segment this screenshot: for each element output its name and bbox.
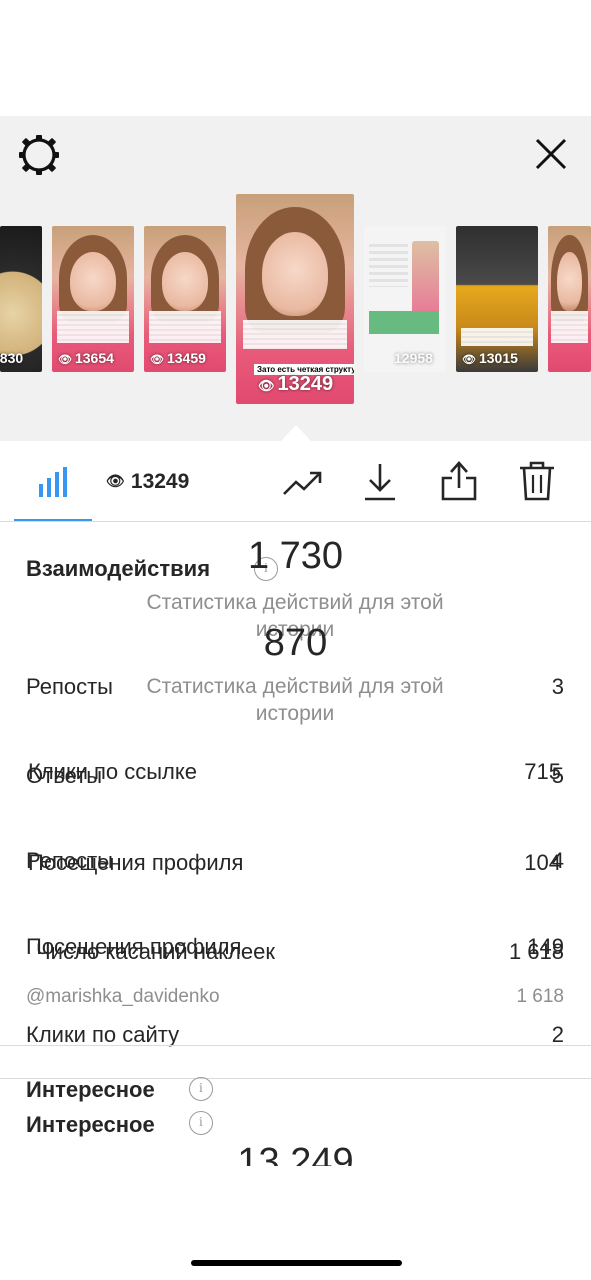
eye-icon: 👁 <box>258 378 275 393</box>
row-label: Клики по ссылке <box>28 759 197 784</box>
tab-active-underline <box>14 519 92 521</box>
story-views: 13015 <box>478 350 518 366</box>
story-views: 13249 <box>277 373 334 395</box>
bar-chart-icon[interactable] <box>38 466 68 498</box>
divider <box>0 1045 591 1046</box>
home-indicator[interactable] <box>191 1260 402 1266</box>
close-icon[interactable] <box>531 134 571 174</box>
gear-icon[interactable] <box>18 134 60 176</box>
interactions-value: 1 730 <box>247 535 344 577</box>
sticker-handle: @marishka_davidenko <box>26 986 220 1007</box>
row-label: Посещения профиля <box>28 850 244 875</box>
discovery-title: Интересное <box>26 1077 155 1102</box>
row-label: Число касаний наклеек <box>36 939 275 964</box>
eye-icon: 👁 <box>58 354 72 366</box>
views-tab[interactable]: 👁 13249 <box>106 470 189 494</box>
row-value: 715 <box>524 759 561 784</box>
story-thumb[interactable]: 👁 13459 <box>144 226 226 372</box>
row-label: Репосты <box>26 674 113 699</box>
story-views: 13654 <box>74 350 114 366</box>
eye-icon: 👁 <box>150 354 164 366</box>
interactions-value-2: 870 <box>263 622 328 664</box>
row-value: 1 618 <box>508 939 564 964</box>
story-thumb[interactable] <box>548 226 591 372</box>
row-value: 104 <box>524 850 561 875</box>
download-icon[interactable] <box>362 462 398 502</box>
info-icon[interactable]: i <box>189 1077 213 1101</box>
trash-icon[interactable] <box>518 460 556 502</box>
story-views: 12958 <box>394 350 433 366</box>
story-views: 3830 <box>0 350 24 366</box>
discovery-value: 13 249 <box>237 1141 354 1166</box>
sticker-value: 1 618 <box>516 986 564 1007</box>
trending-icon[interactable] <box>282 468 324 498</box>
row-value: 3 <box>551 674 564 699</box>
views-count: 13249 <box>130 470 190 493</box>
story-thumb[interactable]: 👁 13015 <box>456 226 538 372</box>
share-icon[interactable] <box>440 460 478 502</box>
selection-indicator <box>281 425 311 441</box>
eye-icon: 👁 <box>106 473 126 490</box>
discovery-title: Интересное <box>26 1112 155 1137</box>
eye-icon: 👁 <box>462 354 476 366</box>
actions-caption-2: Статистика действий для этой истории <box>146 675 444 725</box>
story-thumb[interactable]: 👁 13654 <box>52 226 134 372</box>
discovery-value-clip: 13 249 <box>0 1138 591 1166</box>
story-thumb-selected[interactable]: Зато есть четкая структура 👁13249 <box>236 194 354 404</box>
story-views: 13459 <box>166 350 206 366</box>
story-thumb[interactable]: 3830 <box>0 226 42 372</box>
info-icon[interactable]: i <box>189 1111 213 1135</box>
story-thumb[interactable]: 12958 <box>364 226 446 372</box>
